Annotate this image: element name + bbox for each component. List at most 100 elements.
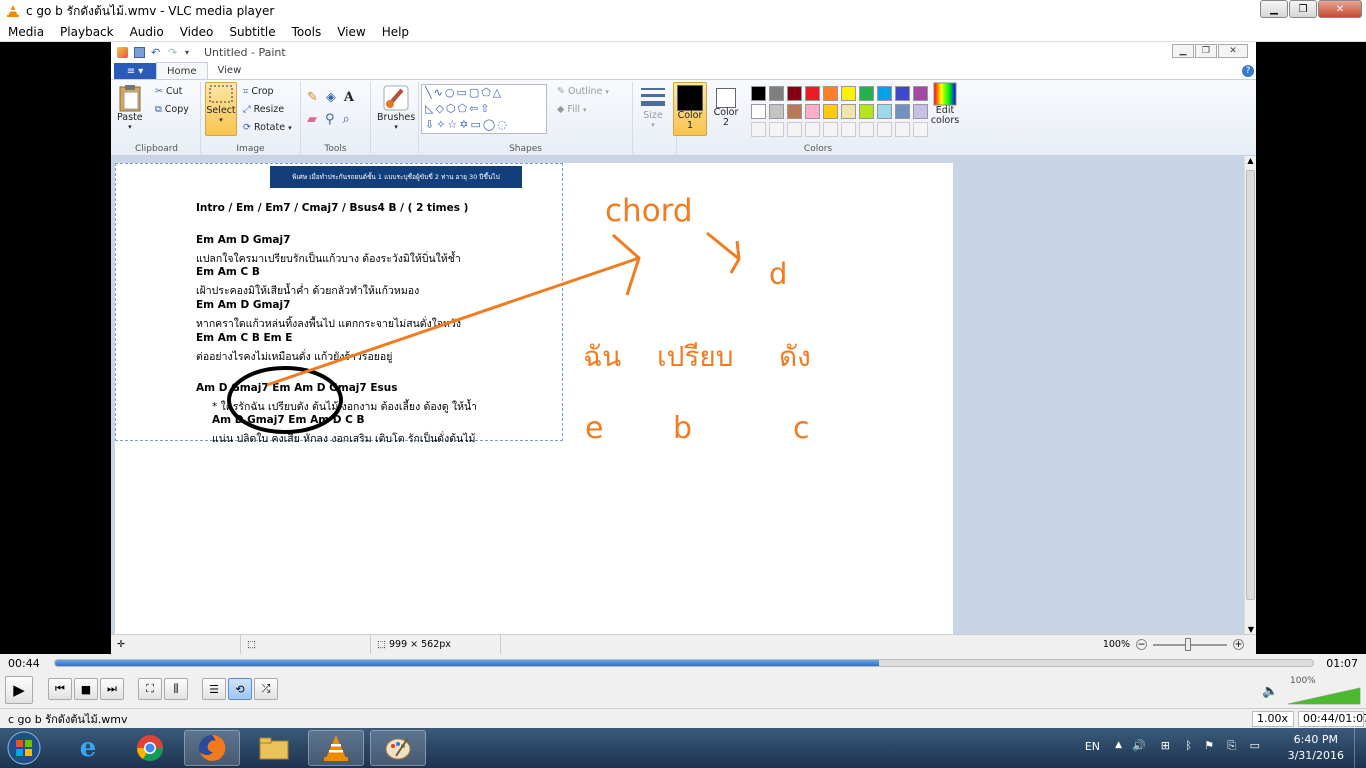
text-icon[interactable]: A [344,90,354,105]
color-swatch[interactable] [895,86,910,101]
color-swatch[interactable] [787,86,802,101]
outline-button[interactable]: ✎ Outline ▾ [557,86,609,97]
color-picker-icon[interactable]: ⚲ [325,112,335,127]
zoom-slider[interactable] [1153,637,1227,651]
paint-maximize-button[interactable]: ❐ [1195,44,1217,58]
custom-color-slot[interactable] [859,122,874,137]
maximize-button[interactable]: ❐ [1289,0,1317,18]
taskbar-firefox[interactable] [184,730,240,766]
custom-color-slot[interactable] [787,122,802,137]
fill-bucket-icon[interactable]: ◈ [326,90,336,105]
help-icon[interactable]: ? [1242,65,1254,77]
previous-button[interactable]: ⏮ [48,678,72,700]
size-button[interactable]: Size ▾ [639,84,667,129]
minimize-button[interactable]: ▁ [1260,0,1288,18]
time-readout[interactable]: 00:44/01:07 [1298,710,1366,727]
color-swatch[interactable] [877,104,892,119]
volume-control[interactable]: 100% [1286,676,1362,706]
zoom-slider-thumb[interactable] [1185,637,1191,651]
customize-toolbar-icon[interactable]: ▾ [185,47,196,58]
color-swatch[interactable] [859,86,874,101]
crop-button[interactable]: ⌗ Crop [243,86,274,97]
vertical-scrollbar[interactable]: ▲ ▼ [1244,156,1256,634]
windows-tray-icon[interactable]: ⊞ [1161,739,1170,752]
playlist-button[interactable]: ☰ [202,678,226,700]
copy-button[interactable]: ⧉ Copy [155,104,189,115]
volume-slider[interactable] [1286,686,1362,706]
menu-media[interactable]: Media [0,25,52,39]
scroll-thumb[interactable] [1246,170,1255,600]
tab-view[interactable]: View [208,62,252,79]
extended-settings-button[interactable]: ⫼ [164,678,188,700]
menu-help[interactable]: Help [374,25,417,39]
show-hidden-icons[interactable]: ▲ [1115,740,1122,750]
taskbar-vlc[interactable] [308,730,364,766]
redo-icon[interactable]: ↷ [168,47,179,58]
custom-color-slot[interactable] [913,122,928,137]
taskbar-chrome[interactable] [122,730,178,766]
color-swatch[interactable] [769,86,784,101]
zoom-in-icon[interactable]: + [1233,639,1244,650]
network-icon[interactable]: ▭ [1250,739,1260,752]
paint-minimize-button[interactable]: ▁ [1172,44,1194,58]
color-swatch[interactable] [751,86,766,101]
canvas-area[interactable]: พิเศษ เมื่อทำประกันรถยนต์ชั้น 1 แบบระบุช… [111,156,1244,634]
save-icon[interactable] [134,46,145,58]
color-swatch[interactable] [751,104,766,119]
custom-color-slot[interactable] [751,122,766,137]
eraser-icon[interactable]: ▰ [307,112,317,127]
shuffle-button[interactable]: ⤮ [254,678,278,700]
start-button[interactable] [4,730,44,766]
color-swatch[interactable] [787,104,802,119]
color-swatch[interactable] [859,104,874,119]
language-indicator[interactable]: EN [1085,740,1100,753]
color2-button[interactable]: Color 2 [711,82,741,136]
taskbar-explorer[interactable] [246,730,302,766]
edit-colors-button[interactable]: Edit colors [927,82,963,126]
taskbar-paint[interactable] [370,730,426,766]
color-swatch[interactable] [805,86,820,101]
menu-playback[interactable]: Playback [52,25,122,39]
select-button[interactable]: Select ▾ [205,82,237,136]
color1-button[interactable]: Color 1 [673,82,707,136]
zoom-out-icon[interactable]: − [1136,639,1147,650]
next-button[interactable]: ⏭ [100,678,124,700]
undo-icon[interactable]: ↶ [151,47,162,58]
menu-view[interactable]: View [329,25,373,39]
menu-tools[interactable]: Tools [284,25,330,39]
resize-button[interactable]: ⤢ Resize [243,104,284,115]
custom-color-slot[interactable] [805,122,820,137]
action-center-icon[interactable]: ⚑ [1204,739,1214,752]
play-button[interactable]: ▶ [5,676,33,704]
color-swatch[interactable] [805,104,820,119]
taskbar-clock[interactable]: 6:40 PM 3/31/2016 [1288,732,1344,764]
pencil-icon[interactable]: ✎ [307,90,318,105]
file-menu-button[interactable]: ≡ ▾ [114,63,156,79]
taskbar-ie[interactable]: e [60,730,116,766]
playback-speed[interactable]: 1.00x [1252,710,1294,727]
color-swatch[interactable] [913,104,928,119]
custom-color-slot[interactable] [841,122,856,137]
custom-color-slot[interactable] [895,122,910,137]
rotate-button[interactable]: ⟳ Rotate ▾ [243,122,292,133]
paste-button[interactable]: Paste ▾ [117,84,143,131]
volume-tray-icon[interactable]: 🔊 [1132,739,1146,752]
stop-button[interactable]: ■ [74,678,98,700]
shapes-gallery[interactable]: ╲∿○▭▢⬠△ ◺◇⬡⬠⇦⇧ ⇩✧☆✡▭◯◌ [421,84,547,134]
loop-button[interactable]: ⟲ [228,678,252,700]
usb-icon[interactable]: ⎘ [1227,739,1236,753]
fullscreen-button[interactable]: ⛶ [138,678,162,700]
color-swatch[interactable] [841,86,856,101]
drawing-canvas[interactable]: พิเศษ เมื่อทำประกันรถยนต์ชั้น 1 แบบระบุช… [115,163,953,634]
scroll-down-icon[interactable]: ▼ [1245,625,1257,634]
cut-button[interactable]: ✂ Cut [155,86,182,97]
color-swatch[interactable] [823,86,838,101]
menu-audio[interactable]: Audio [122,25,172,39]
tab-home[interactable]: Home [156,62,208,79]
color-swatch[interactable] [895,104,910,119]
color-swatch[interactable] [769,104,784,119]
show-desktop-button[interactable] [1354,728,1366,768]
custom-color-slot[interactable] [769,122,784,137]
menu-subtitle[interactable]: Subtitle [221,25,283,39]
custom-color-slot[interactable] [823,122,838,137]
